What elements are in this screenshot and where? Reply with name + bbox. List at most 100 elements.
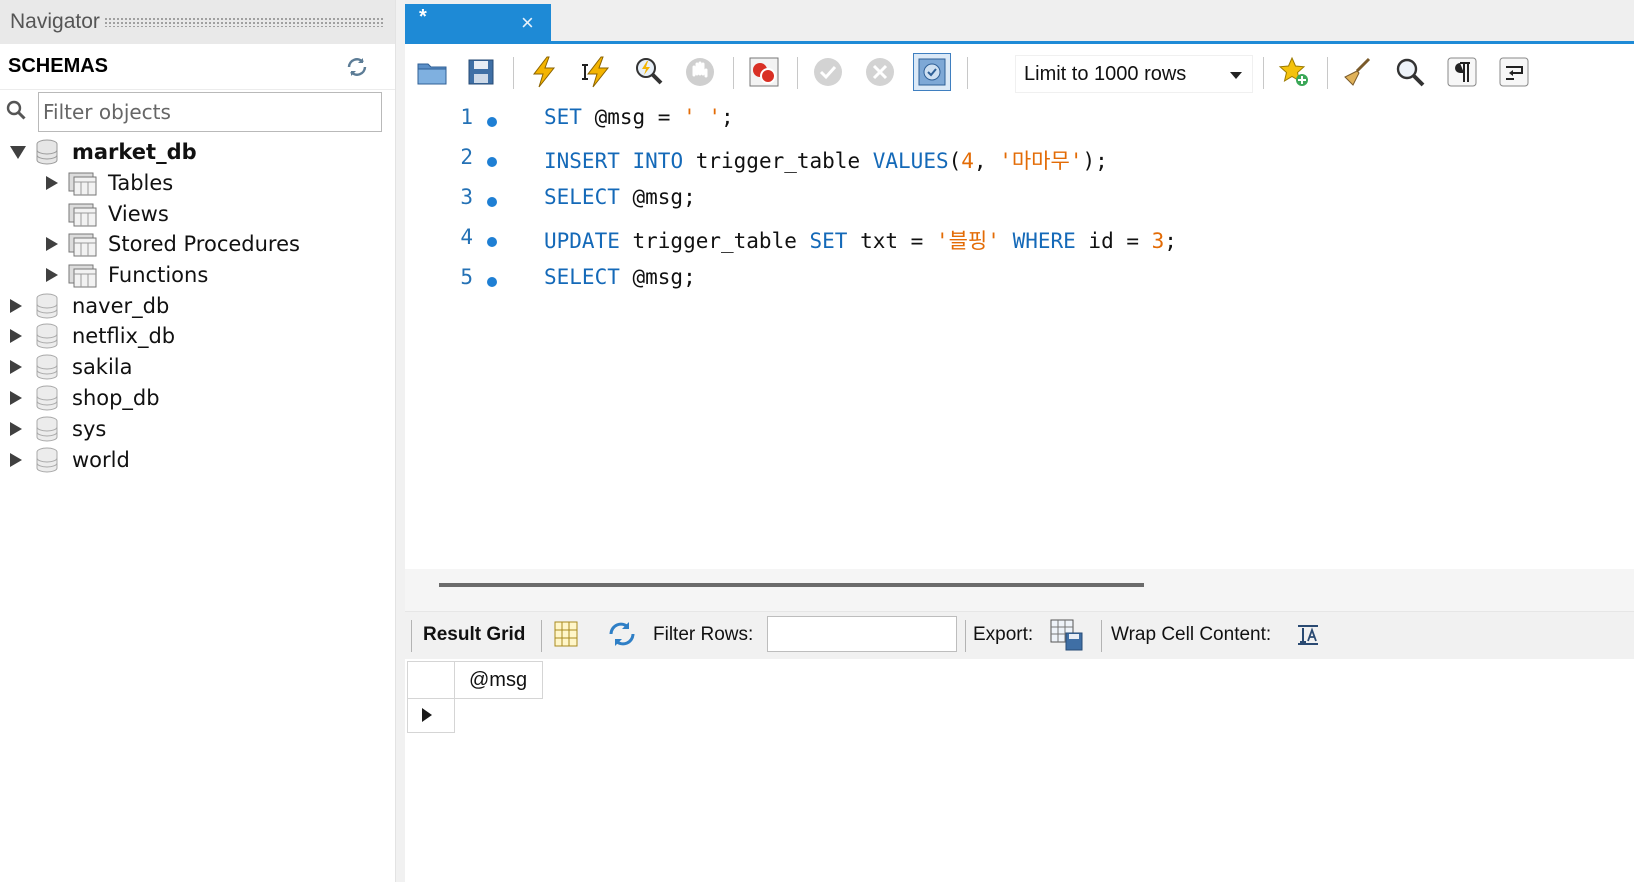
statement-marker-icon[interactable] bbox=[487, 277, 497, 287]
result-grid[interactable]: @msg bbox=[405, 659, 1634, 882]
toggle-error-stop-button[interactable] bbox=[745, 53, 783, 91]
filter-rows-input[interactable] bbox=[767, 616, 957, 652]
expand-arrow-icon[interactable] bbox=[10, 453, 22, 467]
expand-arrow-icon[interactable] bbox=[46, 237, 58, 251]
refresh-icon[interactable] bbox=[607, 620, 637, 654]
code-line[interactable]: 2 INSERT INTO trigger_table VALUES(4, '마마… bbox=[405, 145, 1634, 181]
tree-item-views[interactable]: Views bbox=[68, 199, 169, 229]
expand-arrow-icon[interactable] bbox=[46, 268, 58, 282]
code-text[interactable]: SELECT @msg; bbox=[544, 185, 696, 209]
grid-cell[interactable] bbox=[455, 699, 543, 733]
code-line[interactable]: 4 UPDATE trigger_table SET txt = '블핑' WHE… bbox=[405, 225, 1634, 261]
tree-item-functions[interactable]: Functions bbox=[46, 260, 208, 290]
close-icon[interactable]: × bbox=[521, 10, 534, 36]
expand-arrow-icon[interactable] bbox=[10, 391, 22, 405]
statement-marker-icon[interactable] bbox=[487, 117, 497, 127]
folder-icon bbox=[68, 172, 97, 196]
code-line[interactable]: 1 SET @msg = ' '; bbox=[405, 105, 1634, 141]
sql-token: ; bbox=[1164, 229, 1177, 253]
export-label: Export: bbox=[973, 624, 1034, 645]
code-text[interactable]: INSERT INTO trigger_table VALUES(4, '마마무… bbox=[544, 145, 1108, 175]
tree-item-sys[interactable]: sys bbox=[10, 414, 106, 444]
tree-item-netflix-db[interactable]: netflix_db bbox=[10, 321, 175, 351]
refresh-icon[interactable] bbox=[344, 56, 370, 78]
sql-token: @msg; bbox=[619, 185, 696, 209]
sql-token: trigger_table bbox=[683, 149, 873, 173]
tree-item-stored-procedures[interactable]: Stored Procedures bbox=[46, 229, 300, 259]
tree-item-tables[interactable]: Tables bbox=[46, 168, 173, 198]
find-button[interactable] bbox=[1391, 53, 1429, 91]
expand-arrow-icon[interactable] bbox=[10, 360, 22, 374]
export-icon[interactable] bbox=[1049, 618, 1085, 658]
sql-token: @msg; bbox=[619, 265, 696, 289]
broom-icon bbox=[1344, 57, 1371, 86]
sql-keyword: VALUES bbox=[872, 149, 949, 173]
rollback-button[interactable] bbox=[861, 53, 899, 91]
save-button[interactable] bbox=[462, 53, 500, 91]
statement-marker-icon[interactable] bbox=[487, 197, 497, 207]
line-number: 2 bbox=[460, 145, 473, 169]
beautify-button[interactable] bbox=[1339, 53, 1377, 91]
grid-view-icon[interactable] bbox=[553, 620, 579, 654]
schemas-label: SCHEMAS bbox=[8, 55, 109, 77]
code-text[interactable]: SELECT @msg; bbox=[544, 265, 696, 289]
code-line[interactable]: 5 SELECT @msg; bbox=[405, 265, 1634, 301]
sql-token: ; bbox=[721, 105, 734, 129]
tree-item-naver-db[interactable]: naver_db bbox=[10, 291, 169, 321]
execute-current-button[interactable] bbox=[577, 53, 615, 91]
commit-button[interactable] bbox=[809, 53, 847, 91]
horizontal-scrollbar[interactable] bbox=[405, 569, 1634, 611]
database-icon bbox=[36, 323, 58, 349]
tree-item-label: naver_db bbox=[72, 294, 170, 318]
limit-rows-select[interactable]: Limit to 1000 rows bbox=[1015, 55, 1253, 93]
scrollbar-thumb[interactable] bbox=[439, 583, 1144, 587]
row-header[interactable] bbox=[407, 699, 455, 733]
word-wrap-button[interactable] bbox=[1495, 53, 1533, 91]
hand-stop-icon bbox=[686, 58, 714, 86]
code-editor[interactable]: 1 SET @msg = ' '; 2 INSERT INTO trigger_tab… bbox=[405, 99, 1634, 569]
execute-button[interactable] bbox=[525, 53, 563, 91]
code-line[interactable]: 3 SELECT @msg; bbox=[405, 185, 1634, 221]
tree-item-sakila[interactable]: sakila bbox=[10, 352, 133, 382]
autocommit-toggle-button[interactable] bbox=[913, 53, 951, 91]
wrap-cell-icon[interactable] bbox=[1295, 622, 1321, 654]
sql-keyword: SELECT bbox=[544, 265, 620, 289]
folder-icon bbox=[68, 233, 97, 257]
folder-icon bbox=[68, 264, 97, 288]
expand-arrow-icon[interactable] bbox=[46, 176, 58, 190]
result-grid-tab[interactable]: Result Grid bbox=[423, 624, 525, 646]
sql-keyword: INSERT bbox=[544, 149, 620, 173]
code-text[interactable]: SET @msg = ' '; bbox=[544, 105, 734, 129]
lightning-icon bbox=[532, 56, 556, 88]
chevron-down-icon bbox=[1230, 72, 1242, 79]
tree-item-shop-db[interactable]: shop_db bbox=[10, 383, 160, 413]
tree-item-market-db[interactable]: market_db bbox=[10, 137, 197, 167]
sql-token: id = bbox=[1075, 229, 1152, 253]
database-icon bbox=[36, 293, 58, 319]
toolbar-separator bbox=[513, 57, 514, 89]
expand-arrow-icon[interactable] bbox=[10, 299, 22, 313]
explain-button[interactable] bbox=[629, 53, 667, 91]
lightning-cursor-icon bbox=[582, 56, 610, 88]
code-text[interactable]: UPDATE trigger_table SET txt = '블핑' WHER… bbox=[544, 225, 1177, 255]
stop-button[interactable] bbox=[681, 53, 719, 91]
expand-arrow-icon[interactable] bbox=[10, 145, 26, 159]
add-snippet-button[interactable] bbox=[1275, 53, 1313, 91]
query-tab[interactable]: * × bbox=[405, 4, 551, 44]
search-icon bbox=[1396, 58, 1425, 87]
tree-item-world[interactable]: world bbox=[10, 445, 130, 475]
column-header-msg[interactable]: @msg bbox=[455, 661, 543, 699]
navigator-header: Navigator bbox=[0, 0, 396, 44]
filter-objects-input[interactable] bbox=[38, 92, 382, 132]
grid-corner[interactable] bbox=[407, 661, 455, 699]
statement-marker-icon[interactable] bbox=[487, 157, 497, 167]
open-file-button[interactable] bbox=[413, 53, 451, 91]
panel-splitter[interactable] bbox=[395, 0, 405, 882]
statement-marker-icon[interactable] bbox=[487, 237, 497, 247]
expand-arrow-icon[interactable] bbox=[10, 329, 22, 343]
invisible-chars-button[interactable] bbox=[1443, 53, 1481, 91]
expand-arrow-icon[interactable] bbox=[10, 422, 22, 436]
line-number: 3 bbox=[460, 185, 473, 209]
navigator-grip[interactable] bbox=[103, 17, 384, 27]
